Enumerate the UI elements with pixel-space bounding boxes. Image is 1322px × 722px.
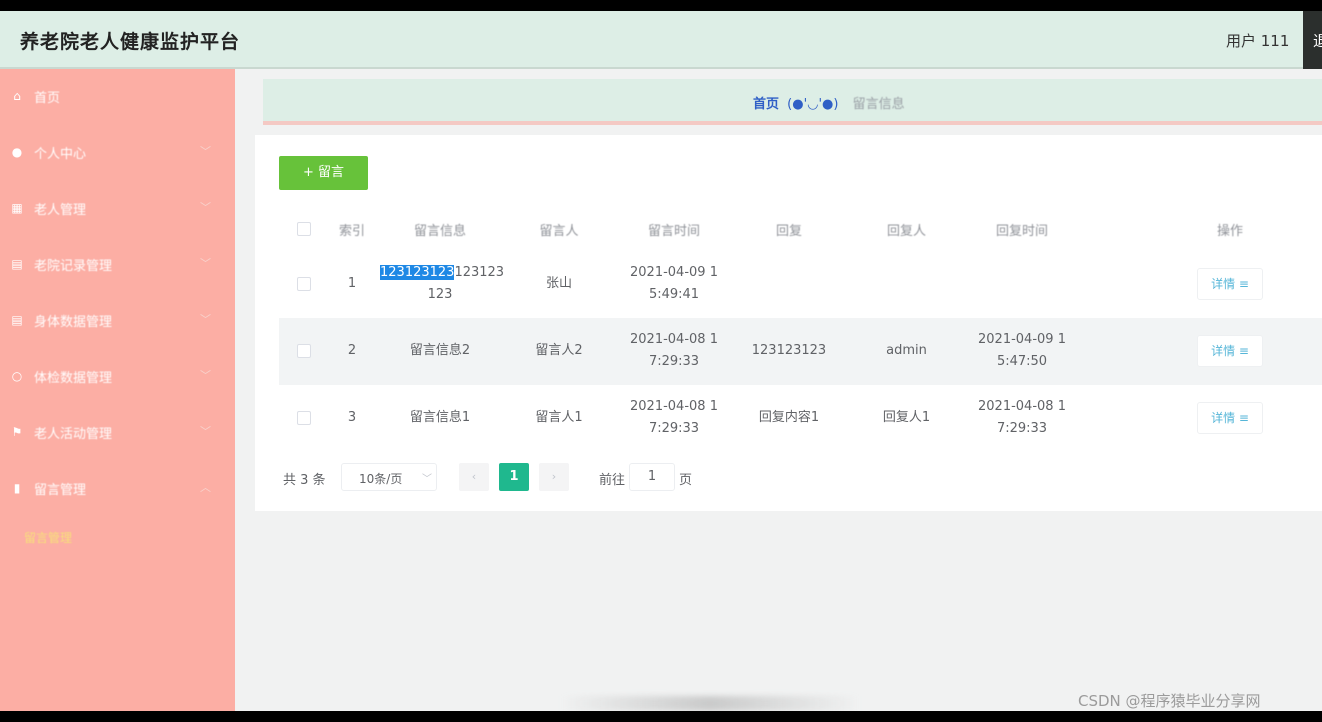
column-header: 回复人 (886, 224, 926, 239)
cell-reply-time: 2021-04-08 1 7:29:33 (978, 399, 1066, 436)
sidebar-item-label: 身体数据管理 (34, 315, 113, 330)
cell-index: 2 (347, 343, 357, 358)
screen-bottom-bar (0, 711, 1322, 722)
prev-page-button[interactable]: ‹ (459, 463, 489, 491)
column-header: 留言人 (539, 224, 579, 239)
user-label[interactable]: 用户 111 (1226, 30, 1289, 51)
table-header-row: 索引 留言信息 留言人 留言时间 回复 回复人 回复时间 操作 (279, 207, 1322, 251)
chevron-down-icon: ﹀ (200, 257, 211, 270)
detail-button[interactable]: 详情 ≡ (1197, 402, 1263, 434)
cell-index: 1 (347, 276, 357, 291)
grid-icon: ▦ (11, 201, 23, 215)
chevron-down-icon: ﹀ (200, 369, 211, 382)
cell-time: 2021-04-08 1 7:29:33 (630, 399, 718, 436)
pagination: 共 3 条 10条/页 ﹀ ‹ 1 › 前往 1 页 (279, 463, 779, 493)
user-icon: ● (11, 145, 23, 159)
logout-button[interactable]: 退 (1303, 11, 1322, 69)
cell-reply: 123123123 (751, 343, 827, 358)
next-page-button[interactable]: › (539, 463, 569, 491)
sidebar-item-label: 首页 (34, 91, 61, 106)
chart-icon: ▮ (13, 481, 21, 495)
column-header: 操作 (1216, 224, 1243, 239)
breadcrumb-bar: 首页 (●'◡'●) 留言信息 (263, 79, 1322, 125)
cell-message: 留言信息1 (409, 410, 471, 425)
page-unit-label: 页 (679, 473, 693, 488)
cell-time: 2021-04-08 1 7:29:33 (630, 332, 718, 369)
cell-message: 123123123123123 123 (380, 265, 505, 302)
sidebar-item-label: 老院记录管理 (34, 259, 113, 274)
detail-button[interactable]: 详情 ≡ (1197, 335, 1263, 367)
selected-text: 123123123 (380, 265, 455, 280)
current-page-button[interactable]: 1 (499, 463, 529, 491)
circle-icon: ○ (11, 369, 23, 383)
breadcrumb-current: 留言信息 (852, 97, 905, 112)
row-checkbox[interactable] (297, 277, 311, 291)
sidebar-item-label: 老人管理 (34, 203, 87, 218)
sidebar: ⌂ 首页 ● 个人中心 ﹀ ▦ 老人管理 ﹀ ▤ 老院记录管理 ﹀ ▤ 身体数据… (0, 69, 235, 711)
cell-index: 3 (347, 410, 357, 425)
cell-reply: 回复内容1 (758, 410, 820, 425)
goto-page-input[interactable]: 1 (629, 463, 675, 491)
page-size-select[interactable]: 10条/页 ﹀ (341, 463, 437, 491)
document-icon: ▤ (11, 313, 23, 327)
cell-author: 留言人1 (535, 410, 583, 425)
cell-reply-time: 2021-04-09 1 5:47:50 (978, 332, 1066, 369)
flag-icon: ⚑ (11, 425, 23, 439)
cell-author: 张山 (545, 276, 572, 291)
sidebar-item-body-data[interactable]: ▤ 身体数据管理 ﹀ (0, 293, 235, 349)
sidebar-item-messages[interactable]: ▮ 留言管理 ︿ (0, 461, 235, 517)
column-header: 留言时间 (647, 224, 700, 239)
sidebar-item-label: 体检数据管理 (34, 371, 113, 386)
table-row[interactable]: 3 留言信息1 留言人1 2021-04-08 1 7:29:33 回复内容1 回… (279, 385, 1322, 452)
cell-replier: admin (886, 343, 927, 358)
table-row[interactable]: 2 留言信息2 留言人2 2021-04-08 1 7:29:33 1231231… (279, 318, 1322, 385)
chevron-down-icon: ﹀ (200, 145, 211, 158)
watermark: CSDN @程序猿毕业分享网 (1078, 692, 1261, 710)
column-header: 留言信息 (413, 224, 466, 239)
goto-label: 前往 (599, 473, 626, 488)
screen-top-bar (0, 0, 1322, 11)
sidebar-item-label: 留言管理 (34, 483, 87, 498)
sidebar-item-home[interactable]: ⌂ 首页 (0, 69, 235, 125)
main-content: 首页 (●'◡'●) 留言信息 + 留言 索引 留言信息 留言人 留言时间 回复… (235, 69, 1322, 711)
chevron-down-icon: ﹀ (200, 425, 211, 438)
sidebar-item-records[interactable]: ▤ 老院记录管理 ﹀ (0, 237, 235, 293)
row-checkbox[interactable] (297, 411, 311, 425)
chevron-down-icon: ﹀ (200, 313, 211, 326)
breadcrumb: 首页 (●'◡'●) 留言信息 (753, 93, 905, 112)
sidebar-item-label: 老人活动管理 (34, 427, 113, 442)
sidebar-item-activities[interactable]: ⚑ 老人活动管理 ﹀ (0, 405, 235, 461)
column-header: 回复 (775, 224, 802, 239)
add-message-button[interactable]: + 留言 (279, 156, 368, 190)
sidebar-item-profile[interactable]: ● 个人中心 ﹀ (0, 125, 235, 181)
chevron-down-icon: ﹀ (200, 201, 211, 214)
chevron-down-icon: ﹀ (422, 474, 432, 485)
column-header: 回复时间 (995, 224, 1048, 239)
cell-message: 留言信息2 (409, 343, 471, 358)
cell-author: 留言人2 (535, 343, 583, 358)
cell-replier: 回复人1 (882, 410, 931, 425)
app-title: 养老院老人健康监护平台 (20, 31, 241, 53)
column-header: 索引 (338, 224, 365, 239)
row-checkbox[interactable] (297, 344, 311, 358)
breadcrumb-home[interactable]: 首页 (753, 97, 779, 112)
pagination-total: 共 3 条 (283, 473, 326, 488)
detail-button[interactable]: 详情 ≡ (1197, 268, 1263, 300)
sidebar-item-label: 个人中心 (34, 147, 87, 162)
chevron-up-icon: ︿ (200, 481, 211, 494)
breadcrumb-emoticon: (●'◡'●) (787, 97, 839, 112)
sidebar-subitem-messages[interactable]: 留言管理 (24, 529, 72, 546)
table-row[interactable]: 1 123123123123123 123 张山 2021-04-09 1 5:49… (279, 251, 1322, 318)
sidebar-item-checkup[interactable]: ○ 体检数据管理 ﹀ (0, 349, 235, 405)
document-icon: ▤ (11, 257, 23, 271)
app-header: 养老院老人健康监护平台 用户 111 退 (0, 11, 1322, 69)
home-icon: ⌂ (13, 89, 21, 103)
content-card: + 留言 索引 留言信息 留言人 留言时间 回复 回复人 回复时间 操作 1 1… (255, 135, 1322, 511)
select-all-checkbox[interactable] (297, 222, 311, 236)
sidebar-item-elders[interactable]: ▦ 老人管理 ﹀ (0, 181, 235, 237)
cell-time: 2021-04-09 1 5:49:41 (630, 265, 718, 302)
blurred-caption (560, 696, 860, 711)
